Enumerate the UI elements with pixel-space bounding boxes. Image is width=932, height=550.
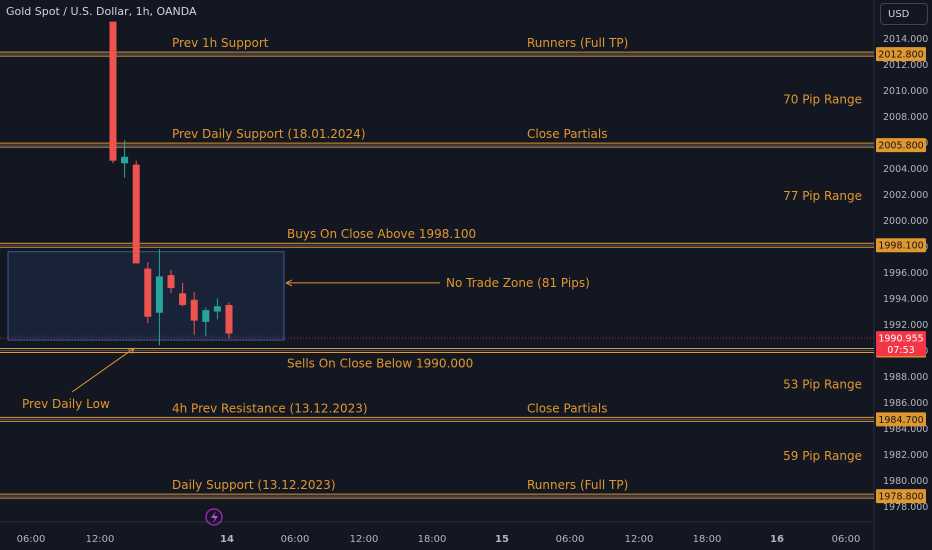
level-right-label: Runners (Full TP) [527,36,628,50]
price-tick-label: 2010.000 [883,86,928,97]
level-price-badge-text: 1978.800 [878,492,923,503]
level-price-badge-text: 1998.100 [878,241,923,252]
time-tick-label: 06:00 [281,534,310,545]
price-tick-label: 1980.000 [883,476,928,487]
level-left-label: Prev 1h Support [172,36,269,50]
current-price-value: 1990.955 [878,334,923,345]
price-tick-label: 1986.000 [883,398,928,409]
level-right-label: Runners (Full TP) [527,478,628,492]
candle-body [144,268,152,317]
price-tick-label: 2002.000 [883,190,928,201]
prev-daily-low-arrow [71,347,135,393]
price-tick-label: 1978.000 [883,502,928,513]
pip-range-label: 70 Pip Range [783,93,862,107]
price-tick-label: 2000.000 [883,216,928,227]
level-right-label: Close Partials [527,401,607,415]
price-tick-label: 1994.000 [883,294,928,305]
candle-body [121,156,129,164]
price-tick-label: 1988.000 [883,372,928,383]
level-left-label: Daily Support (13.12.2023) [172,478,336,492]
prev-daily-low-label: Prev Daily Low [22,397,110,411]
price-tick-label: 1996.000 [883,268,928,279]
level-right-label: Close Partials [527,127,607,141]
candle-body [213,306,221,312]
price-tick-label: 2012.000 [883,60,928,71]
time-tick-label: 06:00 [832,534,861,545]
time-tick-label: 14 [220,534,234,545]
level-left-label: Prev Daily Support (18.01.2024) [172,127,366,141]
currency-button[interactable]: USD [880,3,928,25]
candle-body [202,310,210,322]
lightning-icon[interactable] [205,508,223,526]
candle-body [225,305,233,334]
price-tick-label: 2014.000 [883,34,928,45]
price-tick-label: 2004.000 [883,164,928,175]
time-tick-label: 12:00 [86,534,115,545]
price-tick-label: 1992.000 [883,320,928,331]
candle-body [132,164,140,264]
level-price-badge-text: 1984.700 [878,415,923,426]
time-tick-label: 15 [495,534,509,545]
candle-body [179,293,187,305]
pip-range-label: 77 Pip Range [783,189,862,203]
candle-body [155,276,163,313]
time-tick-label: 16 [770,534,784,545]
time-tick-label: 06:00 [556,534,585,545]
pip-range-label: 59 Pip Range [783,449,862,463]
time-tick-label: 18:00 [418,534,447,545]
candle-body [167,275,175,289]
time-tick-label: 18:00 [693,534,722,545]
price-chart[interactable]: 2014.0002012.0002010.0002008.0002006.000… [0,0,932,550]
level-price-badge-text: 2012.800 [878,50,923,61]
level-left-label: Sells On Close Below 1990.000 [287,357,473,371]
level-left-label: 4h Prev Resistance (13.12.2023) [172,401,368,415]
time-tick-label: 12:00 [350,534,379,545]
candle-body [109,21,117,161]
time-tick-label: 06:00 [17,534,46,545]
no-trade-zone-label: No Trade Zone (81 Pips) [446,276,590,290]
level-left-label: Buys On Close Above 1998.100 [287,227,476,241]
price-tick-label: 1982.000 [883,450,928,461]
candle-body [190,299,198,321]
price-tick-label: 2008.000 [883,112,928,123]
pip-range-label: 53 Pip Range [783,377,862,391]
symbol-title: Gold Spot / U.S. Dollar, 1h, OANDA [6,5,197,18]
time-tick-label: 12:00 [625,534,654,545]
current-price-countdown: 07:53 [887,345,914,356]
level-price-badge-text: 2005.800 [878,141,923,152]
